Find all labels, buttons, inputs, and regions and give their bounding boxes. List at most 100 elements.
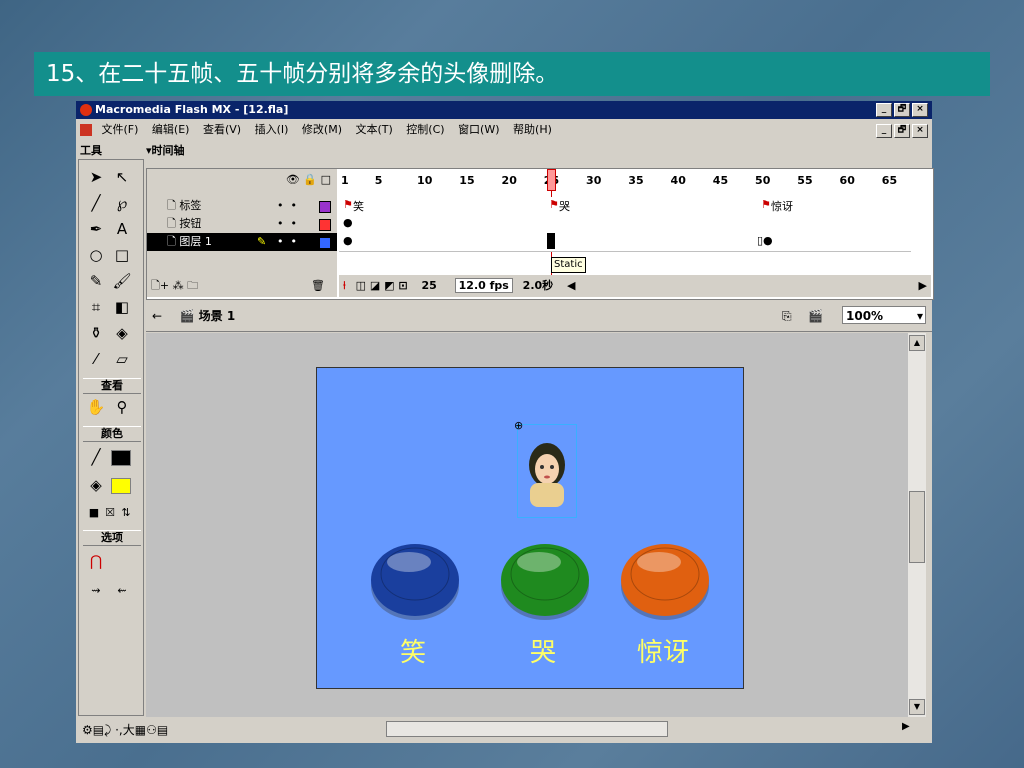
vertical-scrollbar[interactable]: ▲ ▼ — [908, 333, 926, 717]
button-laugh[interactable] — [369, 536, 461, 626]
menu-insert[interactable]: 插入(I) — [255, 123, 289, 136]
ruler-tick-label: 5 — [374, 174, 383, 187]
timeline-footer: ⍿ ◫ ◪ ◩ ⊡ 25 12.0 fps 2.0秒 ◀ ▶ — [339, 275, 931, 297]
glossy-button-icon — [621, 544, 709, 620]
label-surprise: 惊讶 — [636, 638, 689, 668]
swap-colors-icon[interactable]: ⇅ — [115, 502, 137, 524]
eyedropper-tool-icon[interactable]: ⁄ — [85, 348, 107, 370]
fill-color-icon[interactable]: ◈ — [85, 474, 107, 496]
text-tool-icon[interactable]: A — [111, 218, 133, 240]
frame-row-labels[interactable]: ⚑ 笑 ⚑ 哭 ⚑ 惊讶 — [339, 197, 911, 216]
center-frame-icon[interactable]: ⍿ — [343, 279, 346, 292]
snap-magnet-icon[interactable]: ⋂ — [85, 550, 107, 572]
playhead[interactable] — [547, 169, 556, 191]
pen-tool-icon[interactable]: ✒ — [85, 218, 107, 240]
smooth-icon[interactable]: ⇝ — [85, 580, 107, 602]
menu-window[interactable]: 窗口(W) — [458, 123, 499, 136]
layer-color-swatch — [319, 219, 331, 231]
scroll-up-icon[interactable]: ▲ — [909, 335, 925, 351]
fill-color-swatch[interactable] — [111, 478, 131, 494]
doc-close-button[interactable]: × — [912, 124, 928, 138]
scroll-left-icon[interactable]: ◀ — [567, 279, 575, 292]
line-tool-icon[interactable]: ╱ — [85, 192, 107, 214]
frame-rate[interactable]: 12.0 fps — [454, 278, 513, 293]
menu-text[interactable]: 文本(T) — [355, 123, 392, 136]
button-cry[interactable] — [499, 536, 591, 626]
ruler-tick-label: 10 — [417, 174, 433, 187]
onion-skin-icon[interactable]: ◫ — [356, 279, 366, 292]
minimize-button[interactable]: _ — [876, 103, 892, 117]
button-surprise[interactable] — [619, 536, 711, 626]
layer-name: 按钮 — [179, 217, 202, 230]
lock-icon[interactable]: 🔒 — [303, 173, 317, 186]
frame-ruler[interactable]: 15101520253035404550556065 — [339, 169, 931, 191]
ink-bottle-tool-icon[interactable]: ⚱ — [85, 322, 107, 344]
timeline-panel: 👁 🔒 □ 🗋 标签 • • 🗋 按钮 • • 🗋 图层 1 ✎ • • 🗋+ … — [146, 168, 934, 300]
arrow-tool-icon[interactable]: ➤ — [85, 166, 107, 188]
timeline-panel-header[interactable]: ▾时间轴 — [146, 143, 266, 159]
scroll-right-icon[interactable]: ▶ — [919, 275, 927, 297]
zoom-select[interactable]: 100% ▾ — [842, 306, 926, 324]
add-folder-icon[interactable]: 🗀 — [187, 279, 198, 292]
stroke-color-swatch[interactable] — [111, 450, 131, 466]
slide-heading: 15、在二十五帧、五十帧分别将多余的头像删除。 — [34, 52, 990, 96]
frame-row-buttons[interactable]: ● — [339, 215, 911, 234]
scroll-down-icon[interactable]: ▼ — [909, 699, 925, 715]
eraser-tool-icon[interactable]: ▱ — [111, 348, 133, 370]
menu-view[interactable]: 查看(V) — [203, 123, 241, 136]
layer-row-layer1[interactable]: 🗋 图层 1 ✎ • • — [147, 233, 337, 251]
layer-dots: • • — [277, 235, 297, 248]
doc-maximize-button[interactable]: 🗗 — [894, 124, 910, 138]
straighten-icon[interactable]: ⇜ — [111, 580, 133, 602]
trash-icon[interactable]: 🗑 — [311, 277, 325, 295]
add-guide-layer-icon[interactable]: ⁂ — [173, 279, 184, 292]
doc-window-controls: _ 🗗 × — [876, 124, 928, 138]
frame-label-25: 哭 — [559, 200, 570, 213]
layer-row-labels[interactable]: 🗋 标签 • • — [147, 197, 337, 215]
menu-file[interactable]: 文件(F) — [102, 123, 139, 136]
launcher-icons[interactable]: ⚙▤⤸ ·,大▦⚇▤ — [82, 721, 168, 738]
frame-tooltip: Static — [551, 257, 586, 273]
back-arrow-icon[interactable]: ← — [152, 309, 162, 323]
maximize-button[interactable]: 🗗 — [894, 103, 910, 117]
scroll-thumb[interactable] — [909, 491, 925, 563]
lasso-tool-icon[interactable]: ℘ — [111, 192, 133, 214]
zoom-tool-icon[interactable]: ⚲ — [111, 396, 133, 418]
oval-tool-icon[interactable]: ○ — [85, 244, 107, 266]
free-transform-tool-icon[interactable]: ⌗ — [85, 296, 107, 318]
frame-label-flag-icon: ⚑ — [549, 198, 559, 211]
menu-control[interactable]: 控制(C) — [406, 123, 444, 136]
stroke-color-icon[interactable]: ╱ — [85, 446, 107, 468]
layer-dots: • • — [277, 217, 297, 230]
menu-help[interactable]: 帮助(H) — [513, 123, 552, 136]
tools-panel-header[interactable]: 工具 — [80, 143, 140, 159]
avatar-instance[interactable] — [517, 424, 577, 518]
scroll-right-icon[interactable]: ▶ — [902, 721, 910, 732]
edit-multiple-icon[interactable]: ◩ — [384, 279, 394, 292]
frame-row-layer1[interactable]: ● ▯● — [339, 233, 911, 252]
fill-transform-tool-icon[interactable]: ◧ — [111, 296, 133, 318]
modify-markers-icon[interactable]: ⊡ — [398, 279, 407, 292]
menu-modify[interactable]: 修改(M) — [302, 123, 342, 136]
layers-column: 👁 🔒 □ 🗋 标签 • • 🗋 按钮 • • 🗋 图层 1 ✎ • • 🗋+ … — [147, 169, 337, 297]
edit-symbols-icon[interactable]: ⎘ — [782, 301, 792, 331]
onion-outline-icon[interactable]: ◪ — [370, 279, 380, 292]
stage[interactable]: ⊕ 笑 哭 惊讶 — [316, 367, 744, 689]
layer-row-buttons[interactable]: 🗋 按钮 • • — [147, 215, 337, 233]
paint-bucket-tool-icon[interactable]: ◈ — [111, 322, 133, 344]
scene-name[interactable]: 场景 1 — [199, 309, 236, 323]
horizontal-scrollbar[interactable] — [386, 721, 668, 737]
selected-keyframe[interactable] — [547, 233, 555, 249]
rectangle-tool-icon[interactable]: □ — [111, 244, 133, 266]
hand-tool-icon[interactable]: ✋ — [85, 396, 107, 418]
eye-icon[interactable]: 👁 — [286, 173, 300, 186]
pencil-tool-icon[interactable]: ✎ — [85, 270, 107, 292]
add-layer-icon[interactable]: 🗋+ — [151, 279, 169, 292]
close-button[interactable]: × — [912, 103, 928, 117]
outline-icon[interactable]: □ — [321, 173, 331, 186]
subselect-tool-icon[interactable]: ↖ — [111, 166, 133, 188]
edit-scene-icon[interactable]: 🎬 — [808, 301, 823, 331]
menu-edit[interactable]: 编辑(E) — [152, 123, 190, 136]
doc-minimize-button[interactable]: _ — [876, 124, 892, 138]
brush-tool-icon[interactable]: 🖌 — [111, 270, 133, 292]
